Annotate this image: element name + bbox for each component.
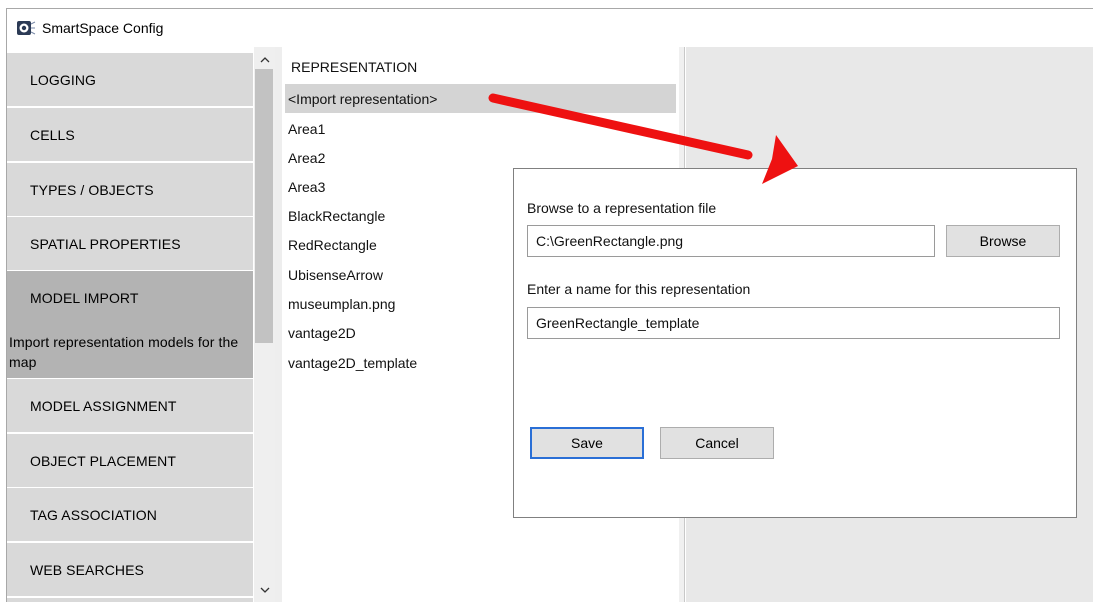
browse-button[interactable]: Browse bbox=[946, 225, 1060, 257]
sidebar-item-label: SPATIAL PROPERTIES bbox=[30, 235, 181, 252]
sidebar-item-label: LOGGING bbox=[30, 71, 97, 88]
list-header: REPRESENTATION bbox=[291, 59, 418, 75]
sidebar-item-object-placement[interactable]: OBJECT PLACEMENT bbox=[7, 434, 253, 487]
name-label: Enter a name for this representation bbox=[527, 281, 751, 297]
file-path-input[interactable]: C:\GreenRectangle.png bbox=[527, 225, 935, 257]
cancel-button[interactable]: Cancel bbox=[660, 427, 774, 459]
sidebar: LOGGING CELLS TYPES / OBJECTS SPATIAL PR… bbox=[6, 47, 254, 602]
sidebar-item-logging[interactable]: LOGGING bbox=[7, 53, 253, 106]
sidebar-item-label: TAG ASSOCIATION bbox=[30, 506, 158, 523]
sidebar-item-next[interactable] bbox=[7, 598, 253, 602]
panel-divider bbox=[275, 47, 282, 602]
chevron-up-icon[interactable] bbox=[254, 50, 275, 68]
sidebar-item-label: MODEL IMPORT bbox=[30, 290, 139, 306]
sidebar-item-label: CELLS bbox=[30, 126, 75, 143]
sidebar-item-label: TYPES / OBJECTS bbox=[30, 181, 154, 198]
sidebar-item-web-searches[interactable]: WEB SEARCHES bbox=[7, 543, 253, 596]
app-window: SmartSpace Config LOGGING CELLS TYPES / … bbox=[0, 0, 1093, 602]
sidebar-item-model-import[interactable]: MODEL IMPORT Import representation model… bbox=[7, 271, 253, 378]
save-button[interactable]: Save bbox=[530, 427, 644, 459]
sidebar-item-model-assignment[interactable]: MODEL ASSIGNMENT bbox=[7, 379, 253, 432]
sidebar-item-label: OBJECT PLACEMENT bbox=[30, 452, 177, 469]
title-bar: SmartSpace Config bbox=[6, 8, 1093, 47]
representation-name-input[interactable]: GreenRectangle_template bbox=[527, 307, 1060, 339]
sidebar-item-spatial-properties[interactable]: SPATIAL PROPERTIES bbox=[7, 217, 253, 270]
window-title: SmartSpace Config bbox=[42, 20, 164, 36]
sidebar-item-description: Import representation models for the map bbox=[9, 334, 239, 370]
chevron-down-icon[interactable] bbox=[254, 581, 275, 599]
sidebar-item-label: WEB SEARCHES bbox=[30, 561, 144, 578]
sidebar-item-label: MODEL ASSIGNMENT bbox=[30, 397, 177, 414]
list-item[interactable]: Area1 bbox=[285, 114, 676, 143]
list-item-import-representation[interactable]: <Import representation> bbox=[285, 84, 676, 113]
sidebar-item-tag-association[interactable]: TAG ASSOCIATION bbox=[7, 488, 253, 541]
smartspace-app-icon bbox=[16, 20, 36, 36]
sidebar-item-types-objects[interactable]: TYPES / OBJECTS bbox=[7, 163, 253, 216]
file-label: Browse to a representation file bbox=[527, 200, 717, 216]
sidebar-item-cells[interactable]: CELLS bbox=[7, 108, 253, 161]
import-representation-dialog: Browse to a representation file C:\Green… bbox=[513, 168, 1077, 518]
sidebar-scrollbar[interactable] bbox=[254, 47, 275, 602]
scroll-thumb[interactable] bbox=[255, 69, 273, 343]
